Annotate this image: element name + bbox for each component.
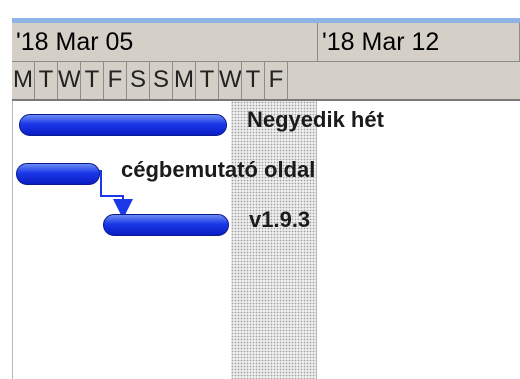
- task-bar[interactable]: [19, 114, 227, 136]
- task-label: cégbemutató oldal: [121, 157, 316, 182]
- task-bar[interactable]: [16, 163, 100, 185]
- gantt-grid: Negyedik hét cégbemutató oldal v1.9.3: [12, 101, 520, 379]
- day-label: F: [265, 62, 288, 99]
- day-label: S: [127, 62, 150, 99]
- timescale-header: '18 Mar 05 '18 Mar 12 M T W T F S S M T …: [12, 23, 520, 101]
- day-label: T: [242, 62, 265, 99]
- week-label: '18 Mar 12: [318, 23, 520, 62]
- day-label: W: [58, 62, 81, 99]
- gantt-chart: '18 Mar 05 '18 Mar 12 M T W T F S S M T …: [0, 0, 520, 379]
- day-label: M: [173, 62, 196, 99]
- day-label: T: [35, 62, 58, 99]
- day-label: T: [81, 62, 104, 99]
- task-bar[interactable]: [103, 214, 229, 236]
- day-label: F: [104, 62, 127, 99]
- day-label: S: [150, 62, 173, 99]
- week-label: '18 Mar 05: [12, 23, 318, 62]
- top-bar: [0, 0, 520, 23]
- day-label: W: [219, 62, 242, 99]
- task-label: v1.9.3: [249, 207, 311, 232]
- day-label: T: [196, 62, 219, 99]
- day-label: M: [12, 62, 35, 99]
- dependency-links: [88, 170, 133, 219]
- task-label: Negyedik hét: [247, 107, 384, 132]
